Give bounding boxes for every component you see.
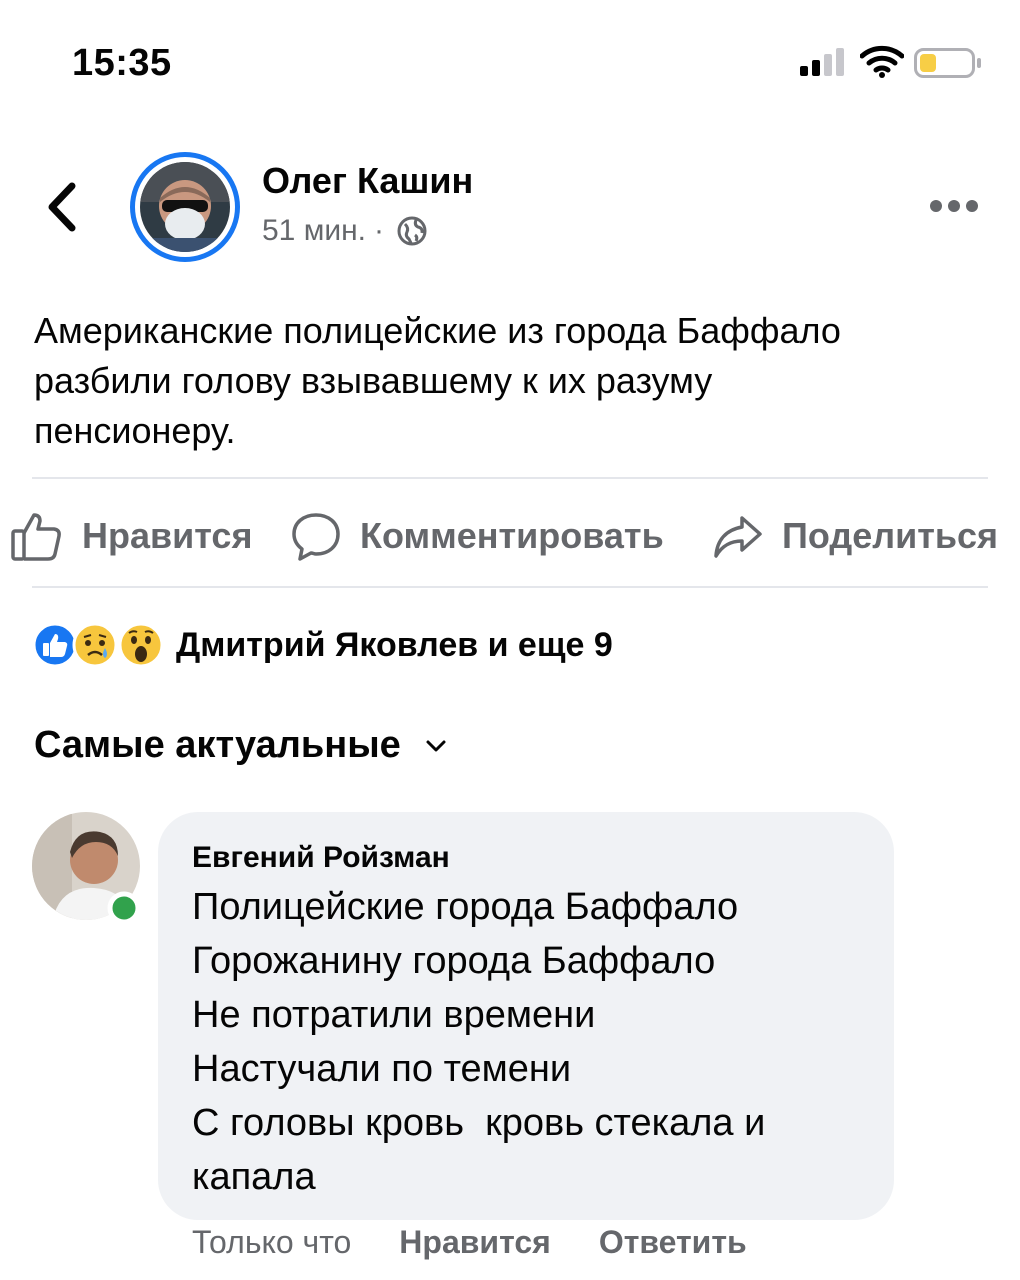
comment-time[interactable]: Только что (192, 1224, 351, 1261)
comments-sort-label: Самые актуальные (34, 724, 401, 766)
share-button[interactable]: Поделиться (712, 506, 998, 566)
post-text-line: разбили голову взывавшему к их разуму (34, 360, 713, 401)
divider (32, 586, 988, 588)
comments-sort-dropdown[interactable]: Самые актуальные (34, 724, 447, 767)
online-indicator (107, 891, 141, 924)
comment-text-line: Настучали по темени (192, 1048, 572, 1090)
comment-button[interactable]: Комментировать (290, 506, 664, 566)
author-avatar[interactable] (130, 152, 240, 262)
speech-bubble-icon (292, 513, 340, 561)
sad-reaction-icon (72, 622, 118, 668)
reactions-summary[interactable]: Дмитрий Яковлев и еще 9 (32, 620, 613, 670)
wow-reaction-icon (118, 622, 164, 668)
post-text-line: пенсионеру. (34, 410, 236, 451)
chevron-down-icon (426, 740, 446, 751)
comment-text-line: Горожанину города Баффало (192, 940, 716, 982)
comment-bubble: Евгений Ройзман Полицейские города Баффа… (158, 812, 894, 1220)
share-arrow-icon (714, 516, 762, 558)
comment-text-line: капала (192, 1156, 316, 1198)
share-label: Поделиться (782, 515, 999, 556)
comment-text-line: С головы кровь кровь стекала и (192, 1102, 766, 1144)
thumbs-up-icon (11, 513, 61, 561)
post-time[interactable]: 51 мин. (262, 214, 366, 248)
comment-text-line: Полицейские города Баффало (192, 886, 739, 928)
comment-footer: Только что Нравится Ответить (192, 1224, 795, 1261)
post-text-line: Американские полицейские из города Баффа… (34, 310, 841, 351)
commenter-name[interactable]: Евгений Ройзман (192, 836, 860, 880)
globe-icon (397, 216, 427, 246)
reaction-icons (32, 622, 170, 668)
post-text: Американские полицейские из города Баффа… (34, 306, 984, 456)
chevron-left-icon[interactable] (40, 180, 84, 234)
cellular-signal-icon (800, 48, 844, 76)
comment-like-button[interactable]: Нравится (399, 1224, 551, 1261)
reactions-summary-text: Дмитрий Яковлев и еще 9 (176, 625, 613, 664)
commenter-avatar[interactable] (32, 812, 144, 924)
status-time: 15:35 (72, 42, 172, 84)
comment-reply-button[interactable]: Ответить (599, 1224, 747, 1261)
like-label: Нравится (82, 515, 253, 556)
like-button[interactable]: Нравится (10, 506, 252, 566)
post-meta: 51 мин. · (262, 214, 428, 248)
author-name[interactable]: Олег Кашин (262, 160, 473, 202)
comment-label: Комментировать (360, 515, 664, 556)
ellipsis-icon[interactable] (928, 196, 980, 216)
wifi-icon (860, 45, 904, 78)
comment-text-line: Не потратили времени (192, 994, 596, 1036)
battery-icon (914, 48, 981, 78)
meta-separator: · (374, 214, 384, 247)
divider (32, 477, 988, 479)
